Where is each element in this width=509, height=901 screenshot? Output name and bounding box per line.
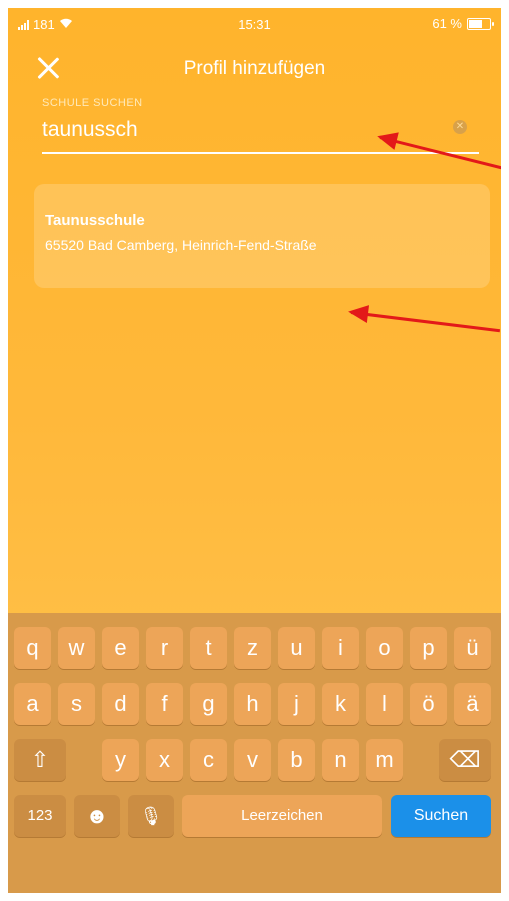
key-q[interactable]: q — [14, 627, 51, 669]
key-c[interactable]: c — [190, 739, 227, 781]
key-t[interactable]: t — [190, 627, 227, 669]
backspace-key[interactable]: ⌫ — [439, 739, 491, 781]
key-h[interactable]: h — [234, 683, 271, 725]
key-j[interactable]: j — [278, 683, 315, 725]
shift-key[interactable]: ⇧ — [14, 739, 66, 781]
key-b[interactable]: b — [278, 739, 315, 781]
key-i[interactable]: i — [322, 627, 359, 669]
key-m[interactable]: m — [366, 739, 403, 781]
search-underline — [42, 152, 479, 154]
key-l[interactable]: l — [366, 683, 403, 725]
key-u[interactable]: u — [278, 627, 315, 669]
battery-icon — [467, 17, 494, 30]
school-name: Taunusschule — [45, 212, 145, 229]
key-a[interactable]: a — [14, 683, 51, 725]
annotation-arrow-result — [350, 311, 501, 333]
clock: 15:31 — [238, 17, 271, 32]
key-g[interactable]: g — [190, 683, 227, 725]
key-n[interactable]: n — [322, 739, 359, 781]
status-bar: 181 15:31 61 % — [8, 8, 501, 36]
key-x[interactable]: x — [146, 739, 183, 781]
school-result-item[interactable]: Taunusschule 65520 Bad Camberg, Heinrich… — [34, 184, 490, 288]
key-ue[interactable]: ü — [454, 627, 491, 669]
battery-percent: 61 % — [432, 16, 462, 31]
key-d[interactable]: d — [102, 683, 139, 725]
key-oe[interactable]: ö — [410, 683, 447, 725]
microphone-icon[interactable]: 🎙 — [128, 795, 174, 837]
page-title: Profil hinzufügen — [183, 58, 326, 79]
key-f[interactable]: f — [146, 683, 183, 725]
phone-screen: 181 15:31 61 % Profil hinzufügen SCHULE … — [8, 8, 501, 893]
key-r[interactable]: r — [146, 627, 183, 669]
key-w[interactable]: w — [58, 627, 95, 669]
emoji-icon[interactable]: ☻ — [74, 795, 120, 837]
space-key[interactable]: Leerzeichen — [182, 795, 382, 837]
key-e[interactable]: e — [102, 627, 139, 669]
clear-search-icon[interactable]: ✕ — [453, 120, 467, 134]
key-p[interactable]: p — [410, 627, 447, 669]
key-ae[interactable]: ä — [454, 683, 491, 725]
key-k[interactable]: k — [322, 683, 359, 725]
numbers-key[interactable]: 123 — [14, 795, 66, 837]
key-v[interactable]: v — [234, 739, 271, 781]
key-z[interactable]: z — [234, 627, 271, 669]
search-label: SCHULE SUCHEN — [42, 97, 143, 109]
key-s[interactable]: s — [58, 683, 95, 725]
nav-bar: Profil hinzufügen — [8, 48, 501, 88]
key-o[interactable]: o — [366, 627, 403, 669]
search-key[interactable]: Suchen — [391, 795, 491, 837]
keyboard: q w e r t z u i o p ü a s d f g h j k l … — [8, 613, 501, 893]
school-address: 65520 Bad Camberg, Heinrich-Fend-Straße — [45, 237, 317, 253]
key-y[interactable]: y — [102, 739, 139, 781]
